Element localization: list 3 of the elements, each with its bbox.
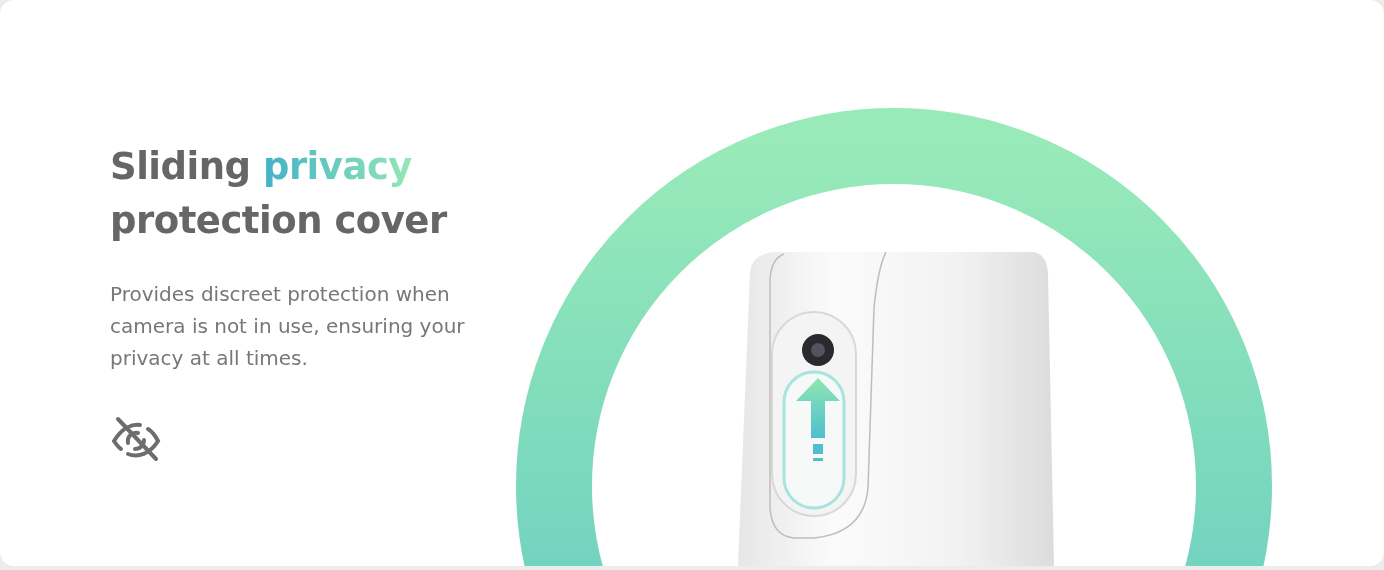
feature-description: Provides discreet protection when camera is not in use, ensuring your privacy at all times.: [110, 281, 466, 372]
feature-title: Sliding privacy protection cover: [110, 144, 447, 244]
eye-off-icon: [110, 416, 162, 462]
